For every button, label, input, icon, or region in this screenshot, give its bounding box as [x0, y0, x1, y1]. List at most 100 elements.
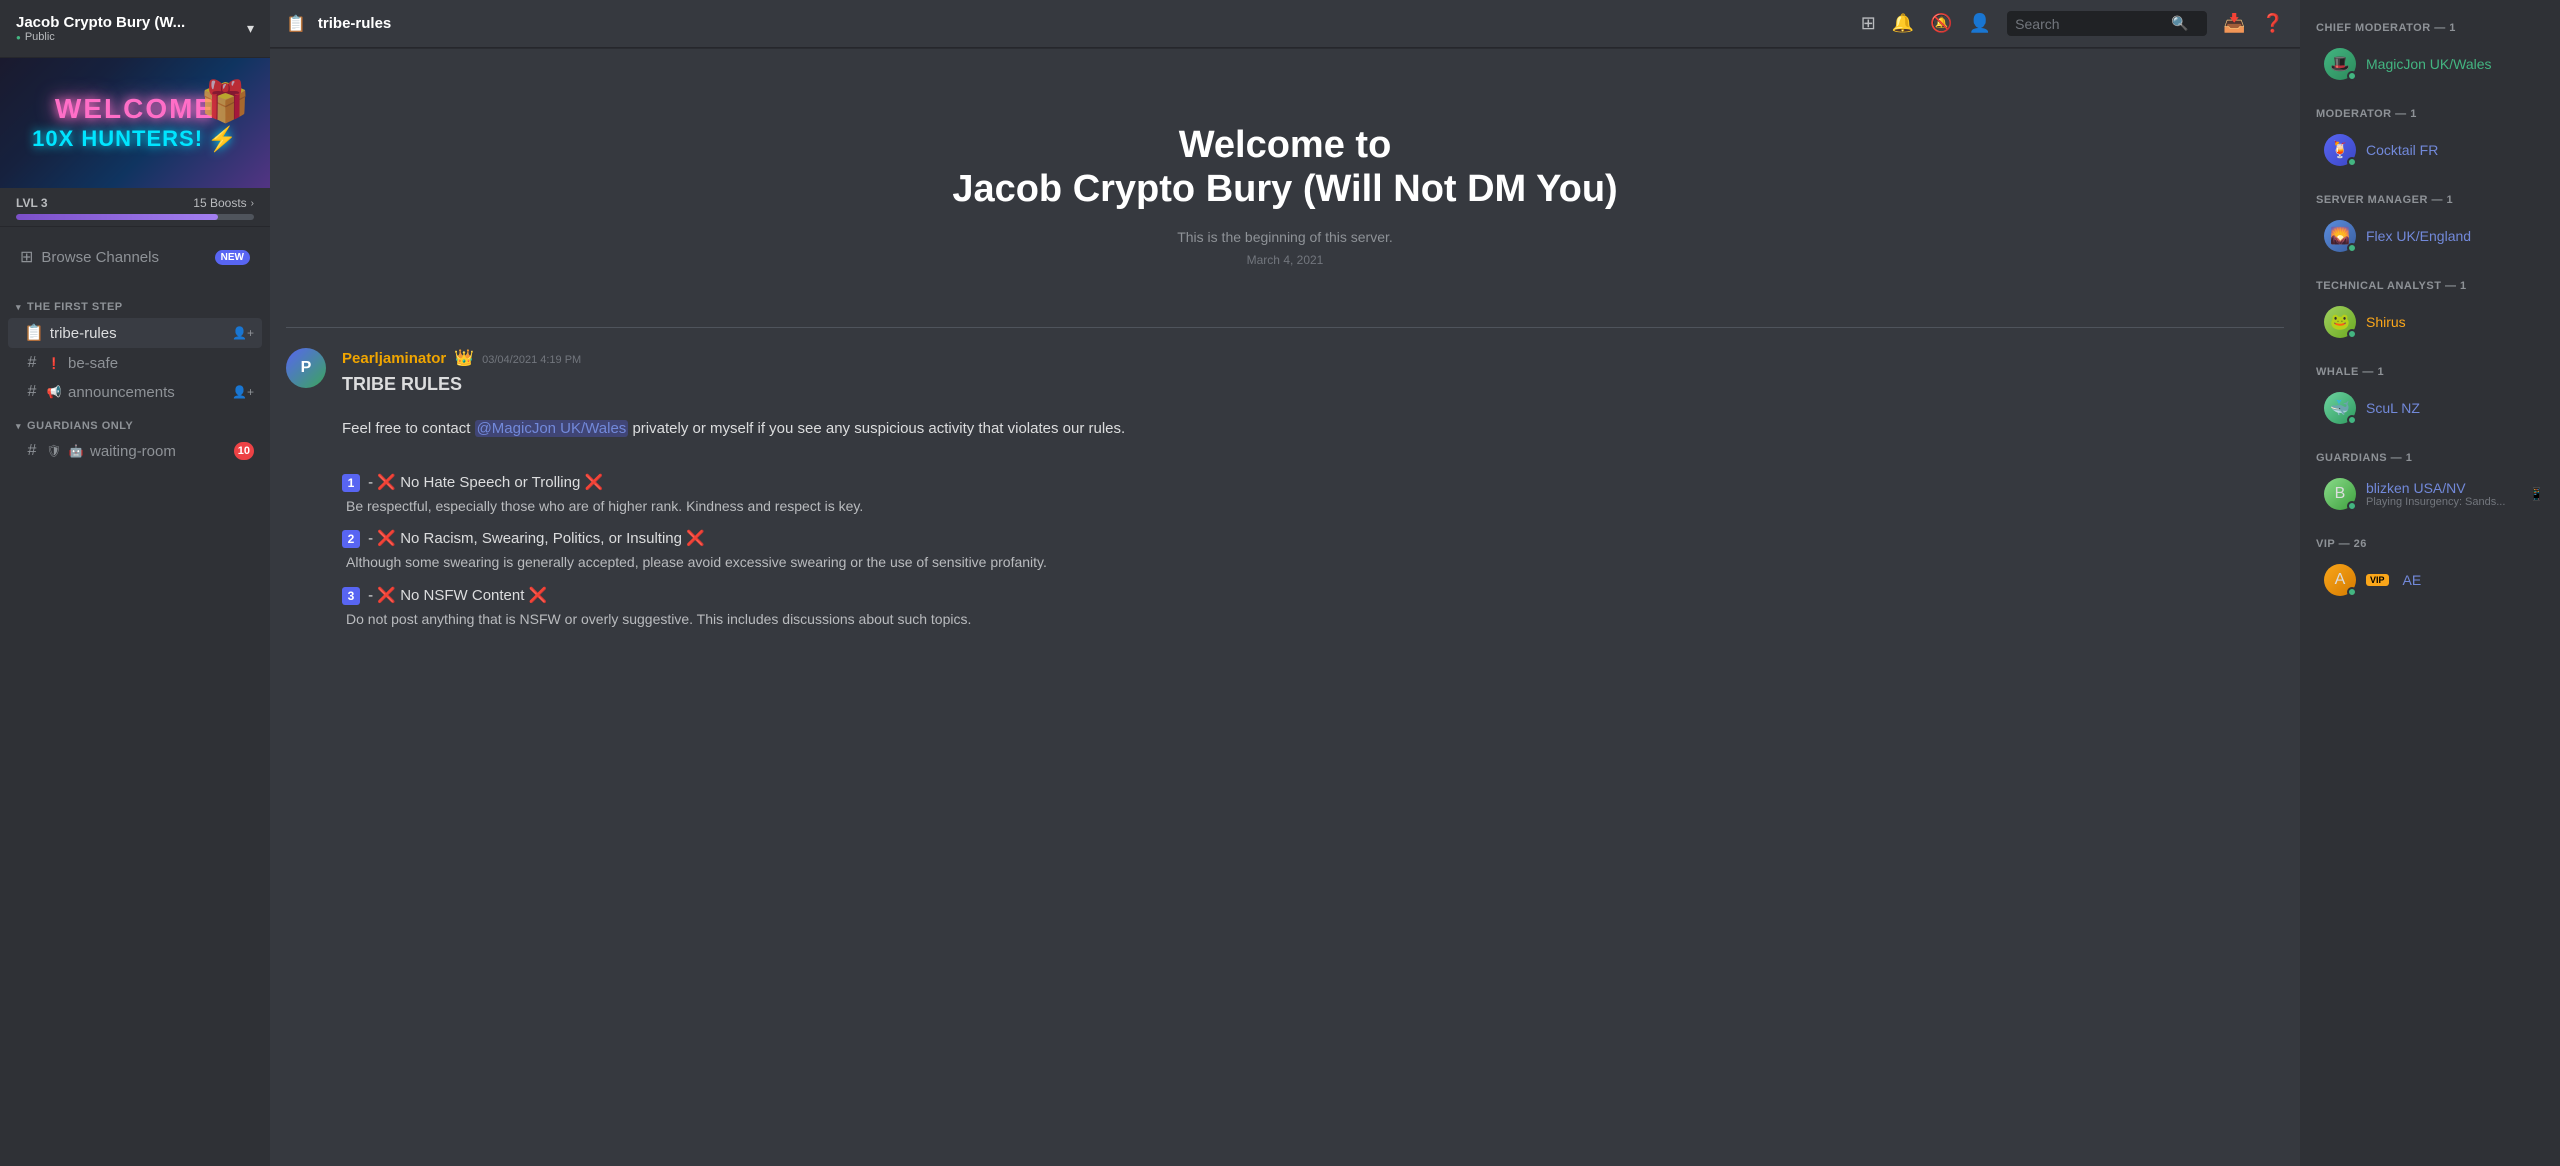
topbar-search-icon: 🔍	[2171, 15, 2188, 32]
rule-title-1: ❌ No Hate Speech or Trolling ❌	[377, 474, 603, 491]
member-avatar-shirus: 🐸	[2324, 306, 2356, 338]
member-item-flex[interactable]: 🌄 Flex UK/England	[2308, 214, 2552, 258]
topbar-inbox-icon[interactable]: 📥	[2223, 13, 2245, 34]
member-avatar-flex: 🌄	[2324, 220, 2356, 252]
member-item-shirus[interactable]: 🐸 Shirus	[2308, 300, 2552, 344]
boost-count: 15 Boosts ›	[193, 196, 254, 210]
browse-channels-button[interactable]: ⊞ Browse Channels NEW	[8, 239, 262, 275]
topbar-hashtag-icon[interactable]: ⊞	[1861, 13, 1876, 34]
member-activity-blizken: Playing Insurgency: Sands...	[2366, 496, 2519, 508]
message-content: Pearljaminator 👑 03/04/2021 4:19 PM TRIB…	[342, 348, 2284, 642]
member-mobile-icon: 📱	[2529, 487, 2544, 501]
member-section-header-guardians: GUARDIANS — 1	[2300, 446, 2560, 468]
channels-list: ▾ THE FIRST STEP 📋 tribe-rules 👤+ # ❗ be…	[0, 287, 270, 1166]
member-name-flex: Flex UK/England	[2366, 228, 2471, 244]
section-arrow-icon-2: ▾	[16, 421, 21, 432]
boost-bar: LVL 3 15 Boosts ›	[0, 188, 270, 227]
channel-unread-badge: 10	[234, 442, 254, 460]
section-arrow-icon: ▾	[16, 302, 21, 313]
member-item-ae[interactable]: A VIP AE	[2308, 558, 2552, 602]
member-section-header-tech-analyst: TECHNICAL ANALYST — 1	[2300, 274, 2560, 296]
channel-section-header-first-step[interactable]: ▾ THE FIRST STEP	[0, 295, 270, 317]
channel-section-guardians: ▾ GUARDIANS ONLY # 🛡 🤖 waiting-room 10	[0, 414, 270, 465]
right-sidebar: CHIEF MODERATOR — 1 🎩 MagicJon UK/Wales …	[2300, 0, 2560, 1166]
member-item-scul[interactable]: 🐳 ScuL NZ	[2308, 386, 2552, 430]
member-section-header-chief-mod: CHIEF MODERATOR — 1	[2300, 16, 2560, 38]
main-content: 📋 tribe-rules ⊞ 🔔 🔕 👤 🔍 📥 ❓ Welcome to J…	[270, 0, 2300, 1166]
channel-prefix-icon: 📋	[24, 323, 44, 343]
boost-arrow-icon: ›	[251, 198, 254, 209]
server-name: Jacob Crypto Bury (W...	[16, 14, 185, 31]
member-name-ae: AE	[2403, 572, 2422, 588]
member-avatar-cocktail: 🍹	[2324, 134, 2356, 166]
rule-header-3: 3 - ❌ No NSFW Content ❌	[342, 585, 2284, 606]
channel-prefix-icon: #	[24, 383, 40, 401]
channel-item-waiting-room[interactable]: # 🛡 🤖 waiting-room 10	[8, 437, 262, 465]
banner-decoration: 🎁	[200, 78, 250, 125]
member-avatar-blizken: B	[2324, 478, 2356, 510]
channel-name-announcements: announcements	[68, 384, 226, 401]
boost-progress-fill	[16, 214, 218, 220]
boost-progress-bar	[16, 214, 254, 220]
rule-desc-3: Do not post anything that is NSFW or ove…	[346, 610, 2284, 630]
channel-item-announcements[interactable]: # 📢 announcements 👤+	[8, 378, 262, 406]
topbar-search-box: 🔍	[2007, 11, 2207, 36]
message-mention: @MagicJon UK/Wales	[475, 420, 629, 437]
topbar-search-input[interactable]	[2015, 16, 2165, 32]
message-intro: Feel free to contact	[342, 420, 470, 437]
welcome-section: Welcome to Jacob Crypto Bury (Will Not D…	[286, 64, 2284, 307]
channel-prefix-icon: #	[24, 442, 40, 460]
message-header: Pearljaminator 👑 03/04/2021 4:19 PM	[342, 348, 2284, 368]
banner-hunters-text: 10X HUNTERS! ⚡	[32, 125, 238, 154]
member-section-header-mod: MODERATOR — 1	[2300, 102, 2560, 124]
message-timestamp: 03/04/2021 4:19 PM	[482, 354, 581, 366]
member-status-flex	[2347, 243, 2357, 253]
channel-section-header-guardians[interactable]: ▾ GUARDIANS ONLY	[0, 414, 270, 436]
member-item-magicjon[interactable]: 🎩 MagicJon UK/Wales	[2308, 42, 2552, 86]
topbar-channel-name: tribe-rules	[318, 15, 391, 32]
rule-item-3: 3 - ❌ No NSFW Content ❌ Do not post anyt…	[342, 585, 2284, 630]
member-name-cocktail: Cocktail FR	[2366, 142, 2438, 158]
channel-item-tribe-rules[interactable]: 📋 tribe-rules 👤+	[8, 318, 262, 348]
channel-item-be-safe[interactable]: # ❗ be-safe	[8, 349, 262, 377]
member-section-header-server-manager: SERVER MANAGER — 1	[2300, 188, 2560, 210]
topbar-members-icon[interactable]: 👤	[1969, 13, 1991, 34]
topbar-icons: ⊞ 🔔 🔕 👤 🔍 📥 ❓	[1861, 11, 2284, 36]
channel-prefix-icon: #	[24, 354, 40, 372]
member-section-header-whale: WHALE — 1	[2300, 360, 2560, 382]
member-item-cocktail[interactable]: 🍹 Cocktail FR	[2308, 128, 2552, 172]
message-title: TRIBE RULES	[342, 374, 462, 394]
member-section-tech-analyst: TECHNICAL ANALYST — 1 🐸 Shirus	[2300, 274, 2560, 344]
topbar-help-icon[interactable]: ❓	[2262, 13, 2284, 34]
chat-area: Welcome to Jacob Crypto Bury (Will Not D…	[270, 48, 2300, 1166]
rule-header-1: 1 - ❌ No Hate Speech or Trolling ❌	[342, 472, 2284, 493]
new-badge: NEW	[215, 250, 250, 265]
welcome-title-line2: Jacob Crypto Bury (Will Not DM You)	[306, 167, 2264, 213]
browse-channels-label: Browse Channels	[41, 249, 159, 266]
server-header-chevron: ▾	[247, 20, 254, 37]
channel-megaphone-icon: 📢	[46, 385, 62, 399]
member-name-shirus: Shirus	[2366, 314, 2406, 330]
channel-name-waiting-room: waiting-room	[90, 443, 228, 460]
sidebar: Jacob Crypto Bury (W... Public ▾ WELCOME…	[0, 0, 270, 1166]
rule-num-badge-3: 3	[342, 587, 360, 605]
member-section-server-manager: SERVER MANAGER — 1 🌄 Flex UK/England	[2300, 188, 2560, 258]
member-section-guardians: GUARDIANS — 1 B blizken USA/NV Playing I…	[2300, 446, 2560, 516]
member-avatar-scul: 🐳	[2324, 392, 2356, 424]
rule-title-3: ❌ No NSFW Content ❌	[377, 587, 547, 604]
channel-shield-icon: 🛡	[46, 444, 62, 458]
server-header[interactable]: Jacob Crypto Bury (W... Public ▾	[0, 0, 270, 58]
rule-num-badge-1: 1	[342, 474, 360, 492]
server-banner: WELCOME 10X HUNTERS! ⚡ 🎁	[0, 58, 270, 188]
member-section-vip: VIP — 26 A VIP AE	[2300, 532, 2560, 602]
topbar-notification-icon[interactable]: 🔔	[1892, 13, 1914, 34]
banner-welcome-text: WELCOME	[55, 93, 215, 125]
server-public-label: Public	[16, 31, 185, 43]
browse-channels-icon: ⊞	[20, 247, 33, 267]
member-status-scul	[2347, 415, 2357, 425]
member-item-blizken[interactable]: B blizken USA/NV Playing Insurgency: San…	[2308, 472, 2552, 516]
rule-desc-2: Although some swearing is generally acce…	[346, 553, 2284, 573]
topbar-bell-off-icon[interactable]: 🔕	[1930, 13, 1952, 34]
channel-name-be-safe: be-safe	[68, 355, 254, 372]
message-avatar: P	[286, 348, 326, 388]
